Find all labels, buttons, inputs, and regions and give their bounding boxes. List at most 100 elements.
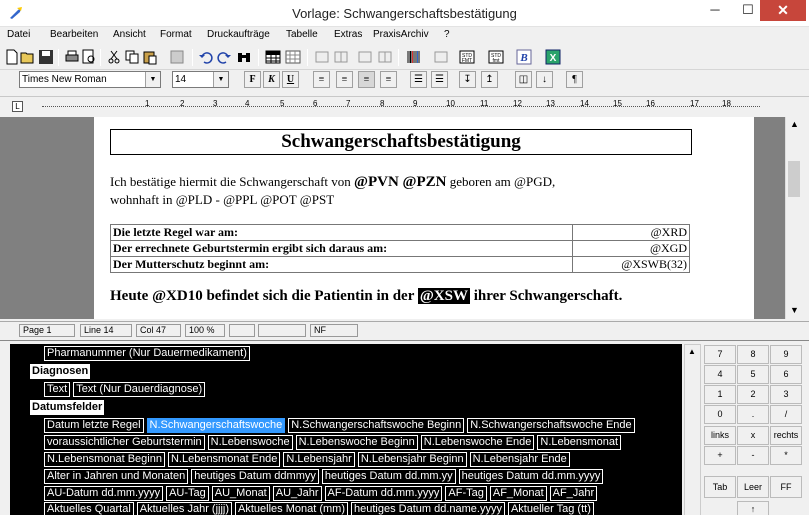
- field-chip[interactable]: Aktuelles Quartal: [44, 502, 134, 515]
- save-icon[interactable]: [38, 49, 54, 66]
- numpad-key[interactable]: /: [770, 405, 802, 424]
- align-right-icon[interactable]: ≡: [336, 71, 353, 88]
- grid-icon[interactable]: [285, 49, 301, 66]
- numpad-key[interactable]: 9: [770, 345, 802, 364]
- field-chip[interactable]: Text (Nur Dauerdiagnose): [73, 382, 206, 397]
- script-icon[interactable]: B: [516, 49, 532, 66]
- document-page[interactable]: Schwangerschaftsbestätigung Ich bestätig…: [94, 117, 754, 319]
- numpad-key[interactable]: 4: [704, 365, 736, 384]
- field-chip[interactable]: AF-Tag: [445, 486, 487, 501]
- numpad-key[interactable]: 6: [770, 365, 802, 384]
- menu-extras[interactable]: Extras: [334, 29, 362, 40]
- field-chip[interactable]: N.Lebensjahr: [283, 452, 355, 467]
- field-chip[interactable]: N.Schwangerschaftswoche Ende: [467, 418, 635, 433]
- tab-selector[interactable]: L: [12, 101, 23, 112]
- indent-icon[interactable]: ↧: [459, 71, 476, 88]
- field-std-icon[interactable]: STD FMT: [459, 49, 475, 66]
- space-key[interactable]: Leer: [737, 476, 769, 498]
- formfeed-key[interactable]: FF: [770, 476, 802, 498]
- field-chip[interactable]: Datum letzte Regel: [44, 418, 144, 433]
- numbered-list-icon[interactable]: ☰: [410, 71, 427, 88]
- excel-icon[interactable]: X: [545, 49, 561, 66]
- field-chip[interactable]: AF_Monat: [489, 486, 547, 501]
- outdent-icon[interactable]: ↥: [481, 71, 498, 88]
- arrow-up-key[interactable]: ↑: [737, 501, 769, 515]
- field-chip[interactable]: Aktuelles Jahr (jjjj): [136, 502, 233, 515]
- field-chip[interactable]: Aktuelles Monat (mm): [235, 502, 348, 515]
- numpad-key[interactable]: 8: [737, 345, 769, 364]
- chevron-down-icon[interactable]: ▼: [213, 72, 228, 87]
- barcode-icon[interactable]: [406, 49, 422, 66]
- document-scrollbar[interactable]: ▲ ▼: [785, 117, 802, 319]
- numpad-key[interactable]: 1: [704, 385, 736, 404]
- field-chip[interactable]: N.Lebensjahr Ende: [469, 452, 570, 467]
- menu-tabelle[interactable]: Tabelle: [286, 29, 318, 40]
- numpad-key[interactable]: 7: [704, 345, 736, 364]
- field-chip[interactable]: Pharmanummer (Nur Dauermedikament): [44, 346, 250, 361]
- menu-druckauftraege[interactable]: Druckaufträge: [207, 29, 270, 40]
- field-chip[interactable]: N.Lebensjahr Beginn: [357, 452, 467, 467]
- menu-praxisarchiv[interactable]: PraxisArchiv: [373, 29, 429, 40]
- document-area[interactable]: Schwangerschaftsbestätigung Ich bestätig…: [0, 117, 785, 319]
- ruler[interactable]: L 1 2 3 4 5 6 7 8 9 10 11 12 13 14 15 16…: [0, 96, 809, 116]
- field-chip[interactable]: Aktueller Tag (tt): [507, 502, 594, 515]
- new-document-icon[interactable]: [4, 49, 20, 66]
- field-chip[interactable]: N.Lebenswoche Beginn: [295, 435, 418, 450]
- scroll-down-icon[interactable]: ▼: [790, 305, 799, 315]
- field-chip[interactable]: AF_Jahr: [549, 486, 598, 501]
- insert-row-icon[interactable]: [314, 49, 330, 66]
- numpad-key[interactable]: 0: [704, 405, 736, 424]
- find-icon[interactable]: [236, 49, 252, 66]
- table-icon[interactable]: [265, 49, 281, 66]
- image-icon[interactable]: [433, 49, 449, 66]
- italic-button[interactable]: K: [263, 71, 280, 88]
- field-chip[interactable]: heutiges Datum dd.mm.yy: [321, 469, 456, 484]
- scroll-up-icon[interactable]: ▲: [688, 347, 696, 356]
- numpad-key[interactable]: *: [770, 446, 802, 465]
- numpad-key-links[interactable]: links: [704, 426, 736, 445]
- numpad-key[interactable]: 5: [737, 365, 769, 384]
- field-chip[interactable]: N.Lebenswoche: [207, 435, 293, 450]
- maximize-button[interactable]: ☐: [733, 0, 763, 21]
- undo-icon[interactable]: [198, 49, 214, 66]
- field-chip[interactable]: heutiges Datum ddmmyy: [191, 469, 319, 484]
- field-chip[interactable]: N.Lebensmonat Ende: [167, 452, 281, 467]
- numpad-key[interactable]: 3: [770, 385, 802, 404]
- menu-help[interactable]: ?: [444, 29, 450, 40]
- numpad-key-rechts[interactable]: rechts: [770, 426, 802, 445]
- menu-datei[interactable]: Datei: [7, 29, 30, 40]
- field-chip[interactable]: AF-Datum dd.mm.yyyy: [324, 486, 443, 501]
- delete-col-icon[interactable]: [377, 49, 393, 66]
- close-button[interactable]: ✕: [760, 0, 806, 21]
- scrollbar-thumb[interactable]: [788, 161, 800, 197]
- numpad-key[interactable]: 2: [737, 385, 769, 404]
- category-datumsfelder[interactable]: Datumsfelder: [30, 400, 105, 415]
- field-chip[interactable]: heutiges Datum dd.name.yyyy: [351, 502, 505, 515]
- field-chip[interactable]: AU_Monat: [211, 486, 270, 501]
- delete-row-icon[interactable]: [357, 49, 373, 66]
- page-setup-icon[interactable]: [169, 49, 185, 66]
- field-chip[interactable]: N.Lebenswoche Ende: [420, 435, 535, 450]
- field-chip[interactable]: voraussichtlicher Geburtstermin: [44, 435, 205, 450]
- redo-icon[interactable]: [216, 49, 232, 66]
- menu-format[interactable]: Format: [160, 29, 192, 40]
- scroll-up-icon[interactable]: ▲: [790, 119, 799, 129]
- field-chip-selected[interactable]: N.Schwangerschaftswoche: [146, 418, 286, 433]
- field-list-scrollbar[interactable]: ▲: [684, 344, 701, 515]
- field-chip[interactable]: N.Schwangerschaftswoche Beginn: [288, 418, 465, 433]
- print-preview-icon[interactable]: [81, 49, 97, 66]
- copy-icon[interactable]: [124, 49, 140, 66]
- field-chip[interactable]: N.Lebensmonat Beginn: [44, 452, 165, 467]
- menu-bearbeiten[interactable]: Bearbeiten: [50, 29, 98, 40]
- field-chip[interactable]: N.Lebensmonat: [537, 435, 622, 450]
- align-justify-icon[interactable]: ≡: [380, 71, 397, 88]
- paste-icon[interactable]: [142, 49, 158, 66]
- field-list[interactable]: Pharmanummer (Nur Dauermedikament) Diagn…: [10, 344, 682, 515]
- field-std2-icon[interactable]: STD fmt: [488, 49, 504, 66]
- print-icon[interactable]: [64, 49, 80, 66]
- align-left-icon[interactable]: ≡: [313, 71, 330, 88]
- field-chip[interactable]: Alter in Jahren und Monaten: [44, 469, 189, 484]
- font-size-select[interactable]: 14 ▼: [172, 71, 229, 88]
- field-chip[interactable]: heutiges Datum dd.mm.yyyy: [458, 469, 604, 484]
- cut-icon[interactable]: [106, 49, 122, 66]
